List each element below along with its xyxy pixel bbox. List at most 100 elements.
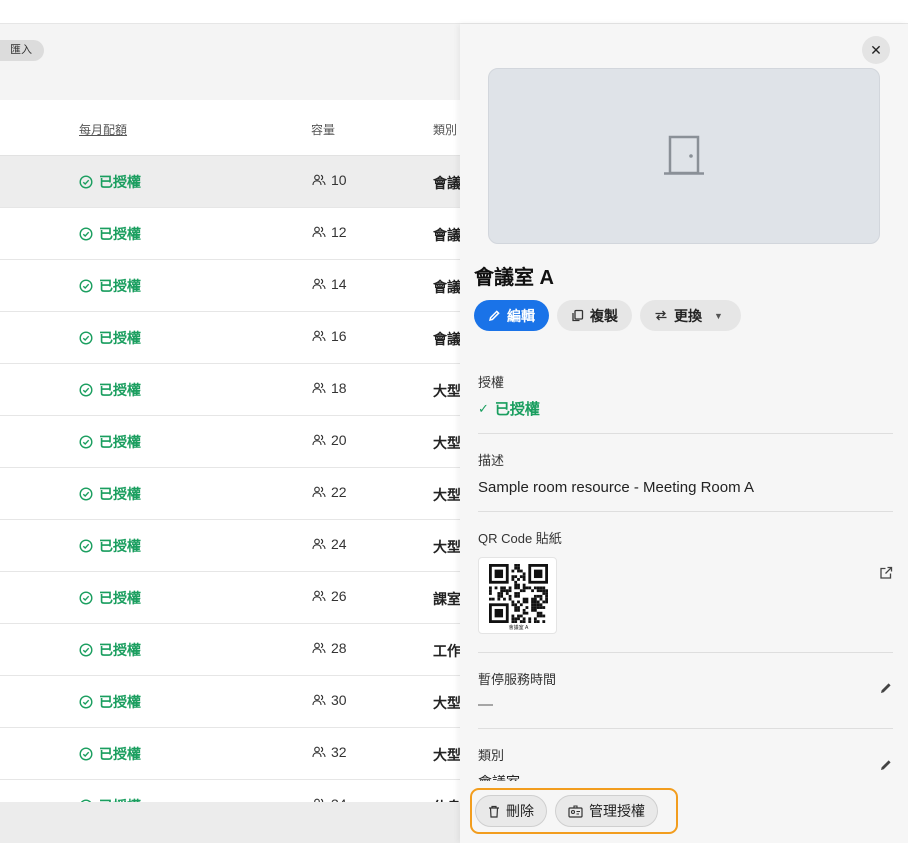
delete-label: 刪除 bbox=[506, 803, 534, 819]
capacity-cell: 22 bbox=[312, 484, 347, 500]
suspend-value: — bbox=[478, 696, 493, 713]
capacity-cell: 12 bbox=[312, 224, 347, 240]
license-text: 已授權 bbox=[99, 278, 141, 294]
page: 匯入 每月配額 容量 類別 已授權 10 會議 已授權 12 會議 已授權 14 會議 已授權 16… bbox=[0, 0, 908, 843]
license-text: 已授權 bbox=[99, 382, 141, 398]
category-label: 類別 bbox=[478, 748, 505, 763]
category-cell: 會議 bbox=[433, 331, 461, 347]
license-cell: 已授權 bbox=[79, 172, 141, 192]
qr-label: QR Code 貼紙 bbox=[478, 531, 562, 546]
check-circle-icon bbox=[79, 539, 93, 553]
category-cell: 大型 bbox=[433, 435, 461, 451]
license-text: 已授權 bbox=[99, 486, 141, 502]
users-icon bbox=[312, 330, 326, 342]
capacity-text: 32 bbox=[331, 744, 347, 760]
license-cell: 已授權 bbox=[79, 588, 141, 608]
id-badge-icon bbox=[568, 804, 583, 818]
license-text: 已授權 bbox=[99, 642, 141, 658]
category-cell: 大型 bbox=[433, 747, 461, 763]
header-monthly-quota[interactable]: 每月配額 bbox=[79, 121, 127, 138]
capacity-cell: 30 bbox=[312, 692, 347, 708]
license-cell: 已授權 bbox=[79, 432, 141, 452]
license-status: ✓ 已授權 bbox=[478, 398, 893, 419]
edit-suspend-pencil-icon[interactable] bbox=[879, 681, 893, 695]
capacity-text: 12 bbox=[331, 224, 347, 240]
license-cell: 已授權 bbox=[79, 484, 141, 504]
capacity-text: 14 bbox=[331, 276, 347, 292]
manage-license-label: 管理授權 bbox=[589, 803, 645, 819]
check-icon: ✓ bbox=[478, 400, 489, 416]
edit-label: 編輯 bbox=[507, 307, 535, 324]
license-value: 已授權 bbox=[494, 401, 540, 418]
replace-label: 更換 bbox=[674, 307, 702, 324]
users-icon bbox=[312, 538, 326, 550]
divider bbox=[478, 652, 893, 653]
capacity-text: 24 bbox=[331, 536, 347, 552]
license-cell: 已授權 bbox=[79, 536, 141, 556]
users-icon bbox=[312, 590, 326, 602]
capacity-text: 16 bbox=[331, 328, 347, 344]
check-circle-icon bbox=[79, 643, 93, 657]
qr-code-sticker[interactable]: 會議室 A bbox=[478, 557, 557, 634]
check-circle-icon bbox=[79, 435, 93, 449]
license-cell: 已授權 bbox=[79, 744, 141, 764]
copy-icon bbox=[572, 309, 584, 322]
replace-dropdown-button[interactable]: 更換 ▼ bbox=[640, 300, 741, 331]
users-icon bbox=[312, 642, 326, 654]
divider bbox=[478, 433, 893, 434]
users-icon bbox=[312, 382, 326, 394]
capacity-text: 22 bbox=[331, 484, 347, 500]
resource-title: 會議室 A bbox=[474, 267, 554, 289]
check-circle-icon bbox=[79, 747, 93, 761]
license-text: 已授權 bbox=[99, 694, 141, 710]
external-link-icon[interactable] bbox=[879, 566, 893, 580]
capacity-cell: 32 bbox=[312, 744, 347, 760]
category-value: 會議室 bbox=[478, 772, 893, 781]
users-icon bbox=[312, 278, 326, 290]
header-category[interactable]: 類別 bbox=[433, 121, 457, 138]
check-circle-icon bbox=[79, 487, 93, 501]
action-buttons: 編輯 複製 更換 ▼ bbox=[474, 300, 741, 331]
check-circle-icon bbox=[79, 175, 93, 189]
capacity-cell: 20 bbox=[312, 432, 347, 448]
capacity-cell: 10 bbox=[312, 172, 347, 188]
resource-image-placeholder bbox=[488, 68, 880, 244]
category-cell: 大型 bbox=[433, 539, 461, 555]
license-cell: 已授權 bbox=[79, 640, 141, 660]
close-button[interactable]: ✕ bbox=[862, 36, 890, 64]
header-capacity[interactable]: 容量 bbox=[311, 121, 335, 138]
license-label: 授權 bbox=[478, 375, 505, 390]
users-icon bbox=[312, 694, 326, 706]
manage-license-button[interactable]: 管理授權 bbox=[555, 795, 658, 827]
suspend-section: 暫停服務時間 — bbox=[478, 669, 893, 713]
category-cell: 大型 bbox=[433, 695, 461, 711]
edit-button[interactable]: 編輯 bbox=[474, 300, 549, 331]
capacity-text: 20 bbox=[331, 432, 347, 448]
description-value: Sample room resource - Meeting Room A bbox=[478, 479, 754, 496]
license-text: 已授權 bbox=[99, 590, 141, 606]
capacity-cell: 24 bbox=[312, 536, 347, 552]
swap-icon bbox=[655, 310, 667, 321]
delete-button[interactable]: 刪除 bbox=[475, 795, 547, 827]
capacity-cell: 16 bbox=[312, 328, 347, 344]
copy-button[interactable]: 複製 bbox=[557, 300, 632, 331]
qr-section: QR Code 貼紙 會議室 A bbox=[478, 528, 893, 634]
users-icon bbox=[312, 226, 326, 238]
capacity-cell: 18 bbox=[312, 380, 347, 396]
import-chip[interactable]: 匯入 bbox=[0, 40, 44, 61]
check-circle-icon bbox=[79, 695, 93, 709]
category-cell: 工作 bbox=[433, 643, 461, 659]
capacity-text: 18 bbox=[331, 380, 347, 396]
trash-icon bbox=[489, 805, 499, 818]
top-bar bbox=[0, 0, 908, 24]
qr-caption: 會議室 A bbox=[508, 625, 529, 631]
license-cell: 已授權 bbox=[79, 276, 141, 296]
license-text: 已授權 bbox=[99, 226, 141, 242]
description-label: 描述 bbox=[478, 453, 505, 468]
copy-label: 複製 bbox=[590, 307, 618, 324]
license-section: 授權 ✓ 已授權 bbox=[478, 372, 893, 419]
edit-category-pencil-icon[interactable] bbox=[879, 758, 893, 772]
license-cell: 已授權 bbox=[79, 380, 141, 400]
divider bbox=[478, 511, 893, 512]
description-section: 描述 Sample room resource - Meeting Room A bbox=[478, 450, 893, 496]
